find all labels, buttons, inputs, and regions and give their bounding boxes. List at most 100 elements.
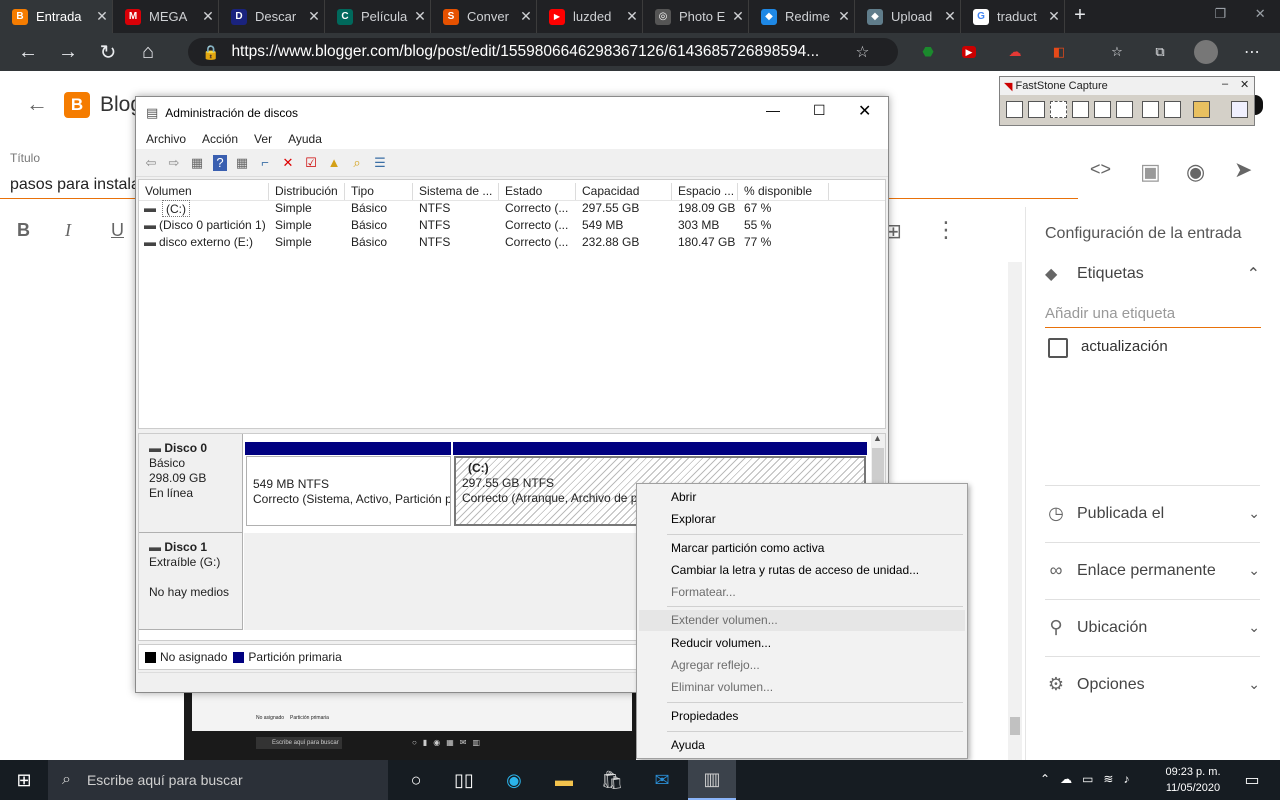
- menu-item-explorar[interactable]: Explorar: [639, 509, 965, 530]
- label-checkbox[interactable]: [1048, 338, 1068, 358]
- close-icon[interactable]: ✕: [728, 8, 748, 25]
- menu-accion[interactable]: Acción: [202, 132, 238, 146]
- partition1[interactable]: 549 MB NTFS Correcto (Sistema, Activo, P…: [246, 456, 451, 526]
- tab-redimensionar[interactable]: ◆ Redime ✕: [749, 0, 855, 33]
- cortana-icon[interactable]: ○: [392, 760, 440, 800]
- new-tab-button[interactable]: +: [1068, 4, 1092, 28]
- help-icon[interactable]: ?: [213, 154, 227, 171]
- restore-icon[interactable]: ❐: [1214, 6, 1226, 22]
- menu-item-abrir[interactable]: Abrir: [639, 487, 965, 508]
- taskbar-search[interactable]: ⌕ Escribe aquí para buscar: [48, 760, 388, 800]
- menu-archivo[interactable]: Archivo: [146, 132, 186, 146]
- close-icon[interactable]: ✕: [304, 8, 324, 25]
- menu-item-ayuda[interactable]: Ayuda: [639, 735, 965, 756]
- scrollbar-thumb[interactable]: [1010, 717, 1020, 735]
- panel-enlace[interactable]: ∞ Enlace permanente ⌄: [1045, 542, 1260, 598]
- delete-icon[interactable]: ✕: [277, 153, 299, 173]
- reload-icon[interactable]: ↻: [88, 33, 128, 71]
- menu-item-extender[interactable]: Extender volumen...: [639, 610, 965, 631]
- close-icon[interactable]: ✕: [1044, 8, 1064, 25]
- url-field[interactable]: 🔒 https://www.blogger.com/blog/post/edit…: [188, 38, 898, 66]
- table-row[interactable]: ▬ disco externo (E:) Simple Básico NTFS …: [139, 234, 885, 251]
- tab-youtube[interactable]: ▶ luzded ✕: [537, 0, 643, 33]
- col-espacio[interactable]: Espacio ...: [672, 183, 738, 200]
- labels-section-header[interactable]: ◆ Etiquetas ⌃: [1045, 264, 1260, 284]
- panel-ubicacion[interactable]: ⚲ Ubicación ⌄: [1045, 599, 1260, 655]
- folder-up-icon[interactable]: ▲: [323, 153, 345, 173]
- store-icon[interactable]: 🛍: [588, 760, 636, 800]
- disk-management-taskbar-icon[interactable]: ▥: [688, 760, 736, 800]
- menu-ayuda[interactable]: Ayuda: [288, 132, 322, 146]
- clock[interactable]: 09:23 p. m. 11/05/2020: [1160, 764, 1226, 796]
- preview-eye-icon[interactable]: ◉: [1186, 159, 1205, 185]
- tab-convertir[interactable]: S Conver ✕: [431, 0, 537, 33]
- col-capacidad[interactable]: Capacidad: [576, 183, 672, 200]
- forward-icon[interactable]: →: [48, 33, 88, 71]
- mail-icon[interactable]: ✉: [638, 760, 686, 800]
- disk1-label[interactable]: ▬ Disco 1 Extraíble (G:) No hay medios: [139, 533, 243, 630]
- minimize-icon[interactable]: –: [1222, 78, 1228, 90]
- cloud-icon[interactable]: ☁: [1060, 772, 1072, 786]
- connect-drive-icon[interactable]: ⌐: [254, 153, 276, 173]
- extension-office-icon[interactable]: ◧: [1049, 42, 1069, 62]
- maximize-icon[interactable]: ☐: [813, 102, 826, 119]
- back-arrow-icon[interactable]: ⇦: [140, 153, 162, 173]
- more-icon[interactable]: ⋯: [1242, 42, 1262, 62]
- close-icon[interactable]: ✕: [940, 8, 960, 25]
- italic-button[interactable]: I: [65, 220, 71, 241]
- close-icon[interactable]: ✕: [92, 8, 112, 25]
- close-icon[interactable]: ✕: [858, 101, 871, 121]
- col-sistema[interactable]: Sistema de ...: [413, 183, 499, 200]
- favorite-star-icon[interactable]: ☆: [855, 43, 869, 62]
- collections-icon[interactable]: ⧉: [1150, 42, 1170, 62]
- back-icon[interactable]: ←: [8, 33, 48, 71]
- menu-item-agregar-reflejo[interactable]: Agregar reflejo...: [639, 655, 965, 676]
- minimize-icon[interactable]: —: [766, 102, 780, 118]
- wifi-icon[interactable]: ≋: [1103, 772, 1113, 786]
- capture-video-icon[interactable]: [1164, 101, 1181, 118]
- col-distribucion[interactable]: Distribución: [269, 183, 345, 200]
- publish-send-icon[interactable]: ➤: [1234, 157, 1252, 183]
- close-icon[interactable]: ✕: [410, 8, 430, 25]
- notifications-icon[interactable]: ▭: [1228, 760, 1276, 800]
- forward-arrow-icon[interactable]: ⇨: [163, 153, 185, 173]
- tab-mega[interactable]: M MEGA ✕: [113, 0, 219, 33]
- edge-icon[interactable]: ◉: [490, 760, 538, 800]
- home-icon[interactable]: ⌂: [128, 33, 168, 71]
- extension-shield-icon[interactable]: ⬣: [918, 42, 938, 62]
- underline-button[interactable]: U: [111, 220, 124, 241]
- add-label-input[interactable]: Añadir una etiqueta: [1045, 305, 1261, 328]
- scroll-up-icon[interactable]: ▲: [873, 433, 882, 443]
- table-row[interactable]: ▬ (Disco 0 partición 1) Simple Básico NT…: [139, 217, 885, 234]
- close-icon[interactable]: ✕: [516, 8, 536, 25]
- properties-icon[interactable]: ▦: [231, 153, 253, 173]
- battery-icon[interactable]: ▭: [1082, 772, 1093, 786]
- capture-fixed-icon[interactable]: [1142, 101, 1159, 118]
- capture-freehand-icon[interactable]: [1072, 101, 1089, 118]
- favorites-icon[interactable]: ☆: [1107, 42, 1127, 62]
- window-title-bar[interactable]: ▤ Administración de discos — ☐ ✕: [136, 97, 888, 128]
- table-row[interactable]: ▬ (C:) Simple Básico NTFS Correcto (... …: [139, 200, 885, 217]
- html-view-icon[interactable]: <>: [1090, 159, 1111, 180]
- file-explorer-icon[interactable]: ▬: [540, 760, 588, 800]
- col-disponible[interactable]: % disponible: [738, 183, 829, 200]
- panel-publicada[interactable]: ◷ Publicada el ⌄: [1045, 485, 1260, 541]
- extension-cloud-icon[interactable]: ☁: [1005, 42, 1025, 62]
- save-icon[interactable]: ▣: [1140, 159, 1161, 185]
- back-arrow-icon[interactable]: ←: [26, 91, 48, 117]
- close-icon[interactable]: ✕: [1240, 78, 1249, 91]
- menu-item-reducir[interactable]: Reducir volumen...: [639, 633, 965, 654]
- col-volumen[interactable]: Volumen: [139, 183, 269, 200]
- close-icon[interactable]: ✕: [622, 8, 642, 25]
- capture-object-icon[interactable]: [1028, 101, 1045, 118]
- close-icon[interactable]: ✕: [834, 8, 854, 25]
- disk0-label[interactable]: ▬ Disco 0 Básico 298.09 GB En línea: [139, 434, 243, 533]
- menu-item-marcar-activa[interactable]: Marcar partición como activa: [639, 538, 965, 559]
- search-folder-icon[interactable]: ⌕: [346, 153, 368, 173]
- col-tipo[interactable]: Tipo: [345, 183, 413, 200]
- col-estado[interactable]: Estado: [499, 183, 576, 200]
- capture-scrolling-icon[interactable]: [1116, 101, 1133, 118]
- close-window-icon[interactable]: ✕: [1255, 6, 1266, 22]
- menu-item-propiedades[interactable]: Propiedades: [639, 706, 965, 727]
- chevron-up-icon[interactable]: ⌃: [1040, 772, 1050, 786]
